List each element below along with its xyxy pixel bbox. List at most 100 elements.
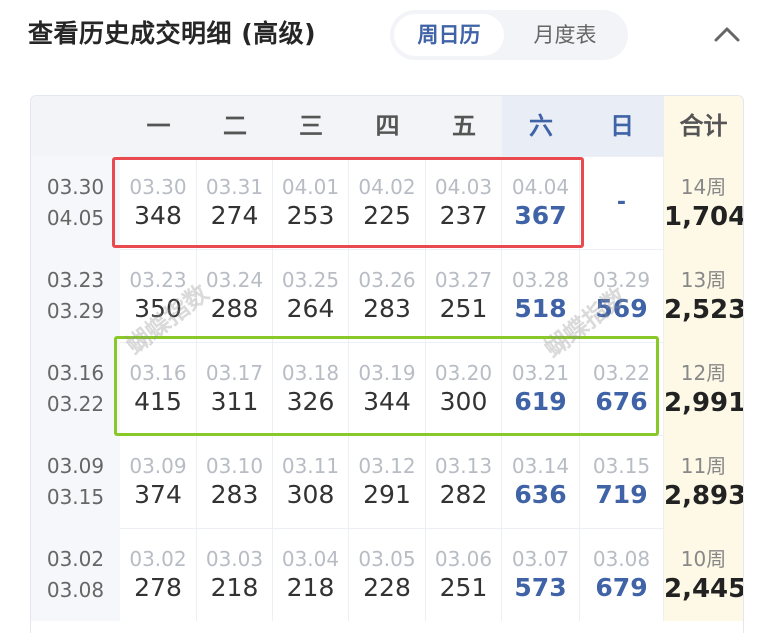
- day-value: 228: [363, 573, 411, 602]
- day-cell[interactable]: 04.01 253: [273, 156, 349, 249]
- day-cell[interactable]: 03.07 573: [502, 528, 580, 621]
- day-value: 218: [210, 573, 259, 602]
- day-cell[interactable]: 04.04 367: [502, 156, 580, 249]
- day-date: 03.31: [205, 175, 264, 199]
- day-cell[interactable]: 03.13 282: [426, 435, 502, 528]
- week-total-cell: 10周 2,445: [664, 528, 743, 621]
- day-date: 03.10: [205, 454, 264, 478]
- day-cell[interactable]: 03.14 636: [502, 435, 580, 528]
- week-number: 10周: [680, 547, 727, 571]
- day-cell[interactable]: 03.21 619: [502, 342, 580, 435]
- week-range-end: 04.05: [46, 206, 105, 230]
- week-range-end: 03.08: [46, 578, 105, 602]
- column-header: 三: [273, 96, 349, 156]
- day-cell[interactable]: 03.02 278: [120, 528, 197, 621]
- day-date: 03.21: [511, 361, 570, 385]
- day-value: 344: [363, 387, 411, 416]
- day-cell[interactable]: 03.15 719: [580, 435, 664, 528]
- day-value: 218: [286, 573, 335, 602]
- day-date: 03.19: [358, 361, 416, 385]
- day-value: 237: [439, 201, 488, 230]
- day-value: 291: [363, 480, 411, 509]
- day-cell[interactable]: 03.10 283: [197, 435, 273, 528]
- day-value: 374: [134, 480, 182, 509]
- day-cell[interactable]: 03.08 679: [580, 528, 664, 621]
- week-range-start: 03.02: [46, 547, 105, 571]
- week-number: 11周: [680, 454, 727, 478]
- week-range-start: 03.30: [46, 175, 105, 199]
- day-date: 03.27: [434, 268, 493, 292]
- day-date: 03.06: [434, 547, 493, 571]
- day-cell[interactable]: 03.31 274: [197, 156, 273, 249]
- day-cell[interactable]: 03.06 251: [426, 528, 502, 621]
- week-total-cell: 12周 2,991: [664, 342, 743, 435]
- day-date: 03.09: [129, 454, 187, 478]
- day-cell[interactable]: 03.16 415: [120, 342, 197, 435]
- day-date: 03.04: [281, 547, 340, 571]
- day-value: 367: [514, 201, 567, 230]
- day-value: 278: [134, 573, 182, 602]
- day-date: 03.11: [281, 454, 340, 478]
- week-total-cell: 14周 1,704: [664, 156, 743, 249]
- day-value: 311: [210, 387, 259, 416]
- day-cell[interactable]: 03.30 348: [120, 156, 197, 249]
- day-date: 03.29: [592, 268, 651, 292]
- day-cell[interactable]: 03.19 344: [349, 342, 426, 435]
- day-cell[interactable]: 04.02 225: [349, 156, 426, 249]
- day-cell[interactable]: 03.27 251: [426, 249, 502, 342]
- day-date: 03.08: [592, 547, 651, 571]
- day-date: 03.07: [511, 547, 570, 571]
- column-header: 五: [426, 96, 502, 156]
- day-value: 348: [134, 201, 182, 230]
- tab-monthly-table[interactable]: 月度表: [510, 14, 620, 56]
- day-cell[interactable]: 03.26 283: [349, 249, 426, 342]
- day-cell[interactable]: 03.11 308: [273, 435, 349, 528]
- day-date: 03.30: [129, 175, 187, 199]
- week-total: 2,523: [664, 295, 744, 325]
- week-number: 12周: [680, 361, 727, 385]
- day-cell[interactable]: 03.25 264: [273, 249, 349, 342]
- week-range-start: 03.16: [46, 361, 105, 385]
- column-header: 六: [502, 96, 580, 156]
- day-cell[interactable]: 03.22 676: [580, 342, 664, 435]
- day-value: 253: [286, 201, 335, 230]
- week-total-cell: 11周 2,893: [664, 435, 743, 528]
- day-value: 619: [514, 387, 567, 416]
- day-value: 308: [286, 480, 335, 509]
- day-cell[interactable]: -: [580, 156, 664, 249]
- view-toggle: 周日历 月度表: [390, 10, 628, 60]
- day-value: 676: [595, 387, 648, 416]
- day-value: 719: [595, 480, 648, 509]
- week-range-label: 03.30 04.05: [31, 156, 120, 249]
- day-cell[interactable]: 04.03 237: [426, 156, 502, 249]
- day-date: 03.03: [205, 547, 264, 571]
- week-range-end: 03.29: [46, 299, 105, 323]
- day-value: 264: [286, 294, 335, 323]
- day-value-empty: -: [616, 190, 627, 215]
- week-total: 2,893: [664, 481, 744, 511]
- header: 查看历史成交明细 (高级) 周日历 月度表: [0, 0, 766, 70]
- day-cell[interactable]: 03.20 300: [426, 342, 502, 435]
- week-range-end: 03.22: [46, 392, 105, 416]
- day-value: 326: [286, 387, 335, 416]
- day-date: 03.02: [129, 547, 187, 571]
- day-value: 283: [363, 294, 411, 323]
- day-cell[interactable]: 03.04 218: [273, 528, 349, 621]
- week-number: 13周: [680, 268, 727, 292]
- day-cell[interactable]: 03.12 291: [349, 435, 426, 528]
- day-cell[interactable]: 03.03 218: [197, 528, 273, 621]
- week-range-label: 03.09 03.15: [31, 435, 120, 528]
- day-cell[interactable]: 03.05 228: [349, 528, 426, 621]
- day-date: 03.28: [511, 268, 570, 292]
- day-cell[interactable]: 03.17 311: [197, 342, 273, 435]
- weekly-calendar-grid: 一二三四五六日合计 03.30 04.05 03.30 348 03.31 274 04.01…: [30, 95, 744, 633]
- week-number: 14周: [680, 175, 727, 199]
- tab-week-calendar[interactable]: 周日历: [394, 14, 504, 56]
- chevron-up-icon[interactable]: [710, 20, 744, 48]
- week-total: 2,991: [664, 388, 744, 418]
- day-cell[interactable]: 03.18 326: [273, 342, 349, 435]
- day-value: 225: [363, 201, 411, 230]
- day-value: 283: [210, 480, 259, 509]
- day-cell[interactable]: 03.09 374: [120, 435, 197, 528]
- day-value: 251: [439, 573, 488, 602]
